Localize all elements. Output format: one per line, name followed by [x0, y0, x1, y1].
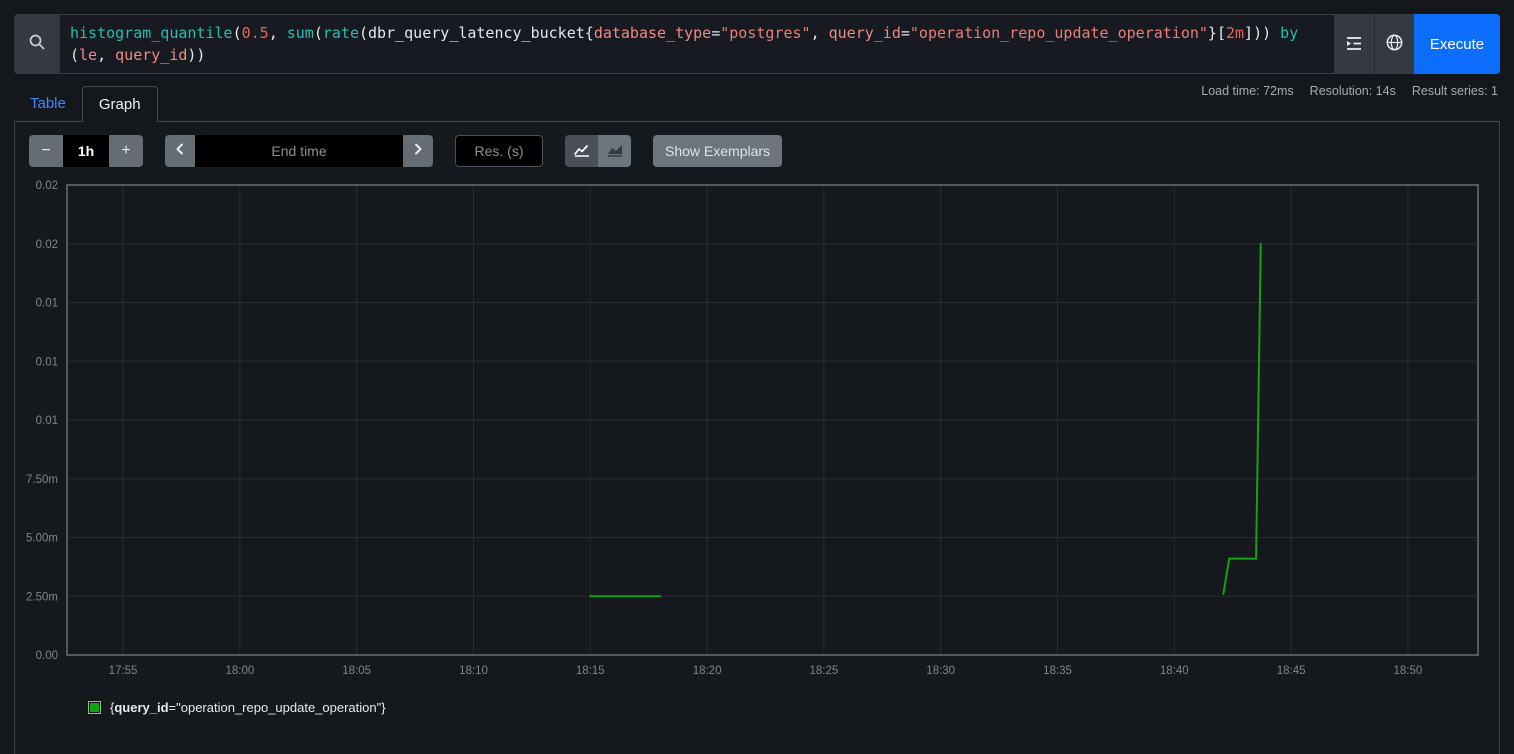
query-token: , [811, 24, 829, 42]
query-token: ( [233, 24, 242, 42]
line-chart-icon [573, 142, 591, 161]
chart-type-toggle [565, 135, 631, 167]
x-tick-label: 18:10 [459, 665, 488, 677]
query-token: database_type [594, 24, 711, 42]
query-token: , [269, 24, 287, 42]
x-tick-label: 18:35 [1043, 665, 1072, 677]
y-tick-label: 2.50m [26, 591, 58, 603]
x-tick-label: 18:25 [810, 665, 839, 677]
search-icon [28, 33, 46, 56]
query-expression-input[interactable]: histogram_quantile(0.5, sum(rate(dbr_que… [60, 14, 1334, 74]
tab-graph[interactable]: Graph [82, 86, 158, 122]
query-token: rate [323, 24, 359, 42]
legend-item[interactable]: {query_id="operation_repo_update_operati… [88, 700, 1499, 715]
stacked-chart-toggle-button[interactable] [598, 135, 631, 167]
result-series: Result series: 1 [1412, 84, 1498, 98]
globe-icon [1385, 33, 1404, 55]
query-token: "operation_repo_update_operation" [910, 24, 1208, 42]
query-token: dbr_query_latency_bucket [368, 24, 585, 42]
y-tick-label: 0.00 [36, 650, 58, 662]
y-tick-label: 0.01 [36, 415, 58, 427]
query-token: )) [187, 46, 205, 64]
chevron-left-icon [173, 142, 187, 160]
query-token: ] [1244, 24, 1253, 42]
y-tick-label: 5.00m [26, 533, 58, 545]
chevron-right-icon [411, 142, 425, 160]
line-chart-toggle-button[interactable] [565, 135, 598, 167]
x-tick-label: 18:15 [576, 665, 605, 677]
query-token: = [901, 24, 910, 42]
series-color-swatch [88, 701, 101, 714]
query-token: )) [1253, 24, 1271, 42]
query-token: , [97, 46, 115, 64]
query-token: histogram_quantile [70, 24, 233, 42]
resolution: Resolution: 14s [1310, 84, 1396, 98]
x-tick-label: 18:30 [926, 665, 955, 677]
y-tick-label: 0.01 [36, 298, 58, 310]
query-token: { [585, 24, 594, 42]
resolution-input[interactable] [455, 135, 543, 167]
x-tick-label: 17:55 [109, 665, 138, 677]
query-token: sum [287, 24, 314, 42]
x-tick-label: 18:00 [225, 665, 254, 677]
x-tick-label: 18:50 [1394, 665, 1423, 677]
query-token [1271, 24, 1280, 42]
load-time: Load time: 72ms [1201, 84, 1293, 98]
x-tick-label: 18:40 [1160, 665, 1189, 677]
y-tick-label: 0.02 [36, 239, 58, 251]
range-group: − + [29, 135, 143, 167]
query-token: = [711, 24, 720, 42]
range-increase-button[interactable]: + [109, 135, 143, 167]
query-token: 0.5 [242, 24, 269, 42]
query-token [1298, 24, 1307, 42]
series-line [1223, 244, 1260, 594]
range-input[interactable] [63, 135, 109, 167]
range-decrease-button[interactable]: − [29, 135, 63, 167]
query-token: query_id [115, 46, 187, 64]
search-addon [14, 14, 60, 74]
end-time-group [165, 135, 433, 167]
y-tick-label: 0.01 [36, 356, 58, 368]
query-token: ( [359, 24, 368, 42]
end-time-input[interactable] [195, 135, 403, 167]
y-tick-label: 0.02 [36, 180, 58, 192]
format-indent-icon [1344, 33, 1364, 56]
x-tick-label: 18:05 [342, 665, 371, 677]
show-exemplars-button[interactable]: Show Exemplars [653, 135, 782, 167]
x-tick-label: 18:20 [693, 665, 722, 677]
y-tick-label: 7.50m [26, 474, 58, 486]
query-token: le [79, 46, 97, 64]
metrics-explorer-button[interactable] [1374, 14, 1414, 74]
x-tick-label: 18:45 [1277, 665, 1306, 677]
query-token: query_id [829, 24, 901, 42]
query-token: ( [70, 46, 79, 64]
query-stats: Load time: 72ms Resolution: 14s Result s… [1201, 84, 1498, 98]
query-token: by [1280, 24, 1298, 42]
time-forward-button[interactable] [403, 135, 433, 167]
execute-button[interactable]: Execute [1414, 14, 1500, 74]
query-token: ( [314, 24, 323, 42]
graph-plot[interactable]: 0.02 0.02 0.01 0.01 0.01 7.50m 5.00m 2.50m 0.00 1… [15, 172, 1485, 688]
series-label: {query_id="operation_repo_update_operati… [110, 700, 386, 715]
time-back-button[interactable] [165, 135, 195, 167]
graph-panel: − + [14, 122, 1500, 754]
format-expression-button[interactable] [1334, 14, 1374, 74]
query-token: }[ [1208, 24, 1226, 42]
query-token: "postgres" [720, 24, 810, 42]
graph-controls: − + [15, 122, 1499, 170]
tab-table[interactable]: Table [14, 86, 82, 121]
query-token: 2m [1226, 24, 1244, 42]
stacked-area-chart-icon [606, 142, 624, 161]
query-bar: histogram_quantile(0.5, sum(rate(dbr_que… [14, 14, 1500, 74]
